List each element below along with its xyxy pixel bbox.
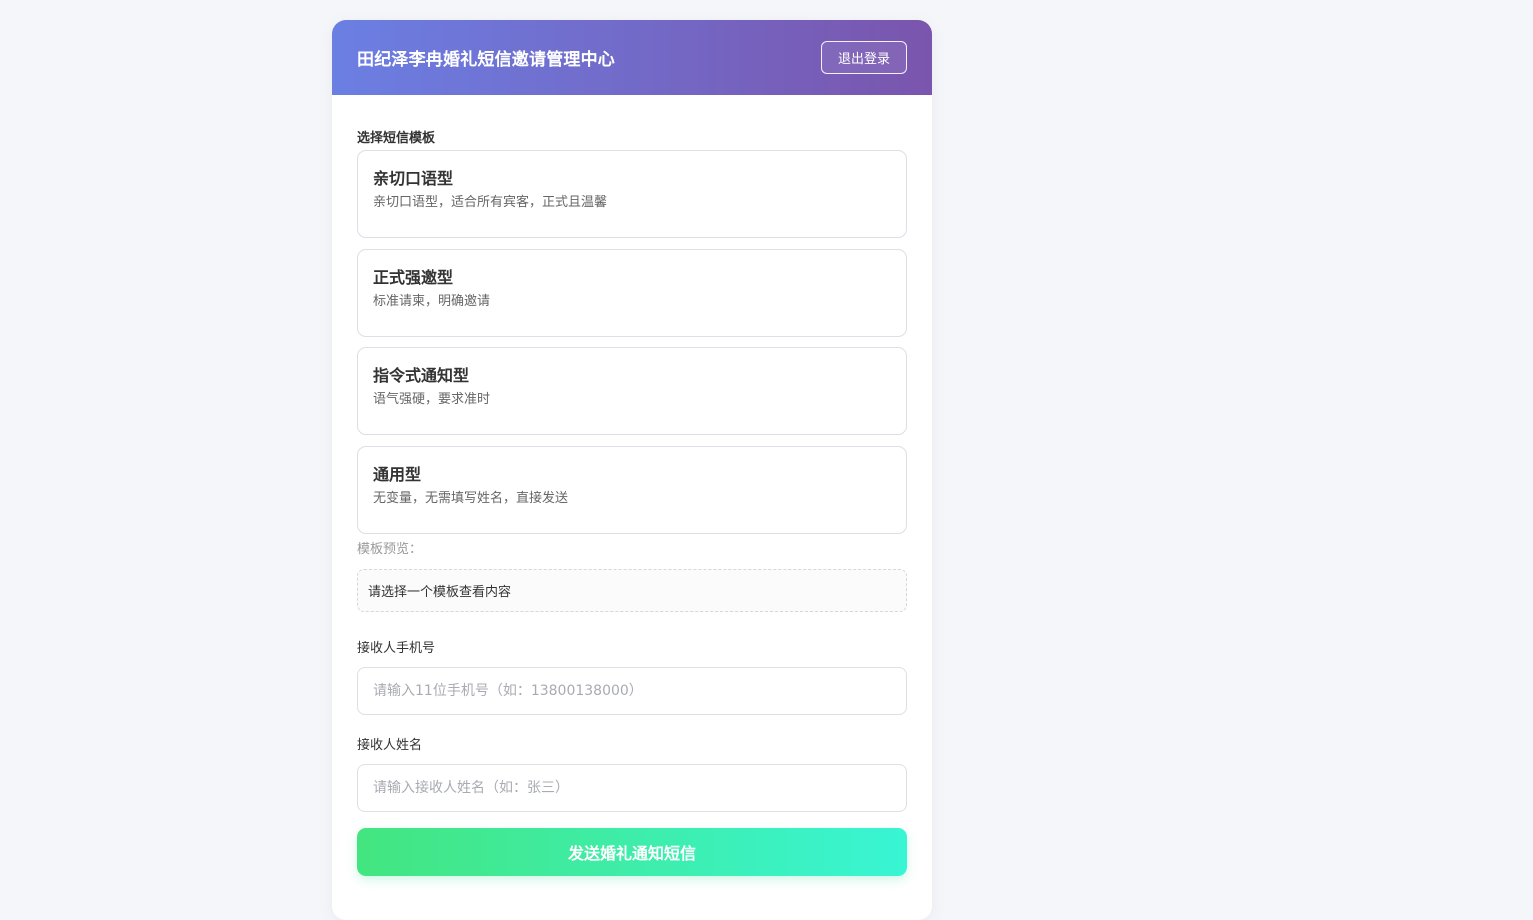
template-option-generic[interactable]: 通用型 无变量，无需填写姓名，直接发送 (357, 445, 907, 534)
template-option-formal[interactable]: 正式强邀型 标准请柬，明确邀请 (357, 248, 907, 337)
template-list: 亲切口语型 亲切口语型，适合所有宾客，正式且温馨 正式强邀型 标准请柬，明确邀请… (357, 150, 907, 534)
template-option-friendly[interactable]: 亲切口语型 亲切口语型，适合所有宾客，正式且温馨 (357, 150, 907, 238)
template-description: 标准请柬，明确邀请 (373, 293, 491, 309)
preview-label: 模板预览： (357, 542, 423, 557)
name-field-label: 接收人姓名 (357, 738, 423, 753)
template-description: 语气强硬，要求准时 (373, 392, 491, 407)
header-bar: 田纪泽李冉婚礼短信邀请管理中心 退出登录 (332, 20, 932, 95)
template-description: 亲切口语型，适合所有宾客，正式且温馨 (373, 195, 608, 210)
logout-button[interactable]: 退出登录 (821, 41, 907, 74)
main-content: 选择短信模板 亲切口语型 亲切口语型，适合所有宾客，正式且温馨 正式强邀型 标准… (332, 130, 932, 876)
template-description: 无变量，无需填写姓名，直接发送 (373, 490, 569, 506)
page-title: 田纪泽李冉婚礼短信邀请管理中心 (357, 50, 615, 70)
sms-manager-card: 田纪泽李冉婚礼短信邀请管理中心 退出登录 选择短信模板 亲切口语型 亲切口语型，… (332, 20, 932, 920)
template-option-directive[interactable]: 指令式通知型 语气强硬，要求准时 (357, 347, 907, 435)
phone-input[interactable] (357, 667, 907, 715)
template-section-label: 选择短信模板 (357, 131, 436, 146)
template-name: 指令式通知型 (373, 366, 470, 385)
send-sms-button[interactable]: 发送婚礼通知短信 (357, 828, 907, 876)
template-preview-box: 请选择一个模板查看内容 (357, 569, 907, 612)
template-name: 亲切口语型 (373, 169, 454, 188)
template-name: 正式强邀型 (373, 267, 454, 287)
template-name: 通用型 (373, 464, 422, 484)
name-input[interactable] (357, 764, 907, 812)
phone-field-label: 接收人手机号 (357, 641, 436, 656)
